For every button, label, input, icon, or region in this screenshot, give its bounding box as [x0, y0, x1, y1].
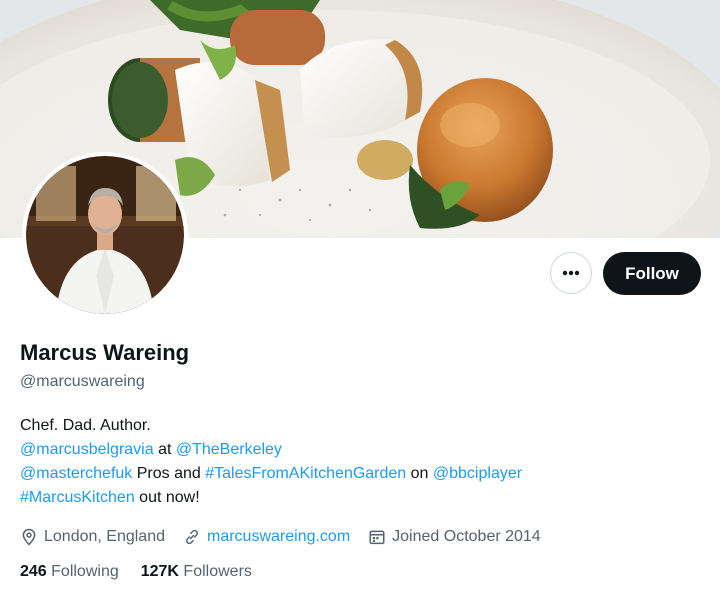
website-link[interactable]: marcuswareing.com [207, 528, 350, 546]
more-options-button[interactable] [550, 252, 592, 294]
profile-handle: @marcuswareing [20, 373, 145, 390]
joined-text: Joined October 2014 [392, 528, 541, 545]
calendar-icon [369, 530, 385, 545]
hashtag-link[interactable]: #MarcusKitchen [20, 489, 135, 506]
mention-link[interactable]: @masterchefuk [20, 465, 132, 482]
bio-text: Pros and [132, 465, 206, 482]
link-icon [185, 529, 199, 545]
website-item[interactable]: marcuswareing.com [183, 528, 350, 546]
followers-label: Followers [178, 563, 252, 580]
followers-link[interactable]: 127K Followers [141, 563, 252, 581]
avatar[interactable] [22, 152, 188, 318]
ellipsis-icon [562, 270, 580, 276]
joined-item: Joined October 2014 [368, 528, 541, 546]
bio-text: on [406, 465, 433, 482]
follow-button[interactable]: Follow [603, 252, 701, 295]
hashtag-link[interactable]: #TalesFromAKitchenGarden [205, 465, 406, 482]
profile-name: Marcus Wareing [20, 340, 190, 365]
following-count: 246 [20, 563, 47, 580]
bio-line-3: @masterchefuk Pros and #TalesFromAKitche… [20, 462, 522, 486]
avatar-image [26, 156, 184, 314]
followers-count: 127K [140, 563, 179, 580]
profile-meta: London, England marcuswareing.com Joined… [20, 526, 559, 548]
bio-line-1: Chef. Dad. Author. [20, 417, 151, 434]
following-label: Following [46, 563, 119, 580]
location-text: London, England [44, 528, 165, 545]
location-item: London, England [20, 528, 165, 546]
following-link[interactable]: 246 Following [20, 563, 119, 581]
bio-line-4: #MarcusKitchen out now! [20, 486, 522, 510]
location-pin-icon [22, 528, 36, 546]
bio-text: at [153, 441, 176, 458]
mention-link[interactable]: @bbciplayer [433, 465, 522, 482]
bio-line-2: @marcusbelgravia at @TheBerkeley [20, 438, 522, 462]
bio-text: out now! [134, 489, 200, 506]
mention-link[interactable]: @marcusbelgravia [20, 441, 154, 458]
profile-stats: 246 Following 127K Followers [20, 563, 274, 581]
profile-bio: Chef. Dad. Author. @marcusbelgravia at @… [20, 414, 522, 510]
mention-link[interactable]: @TheBerkeley [176, 441, 282, 458]
